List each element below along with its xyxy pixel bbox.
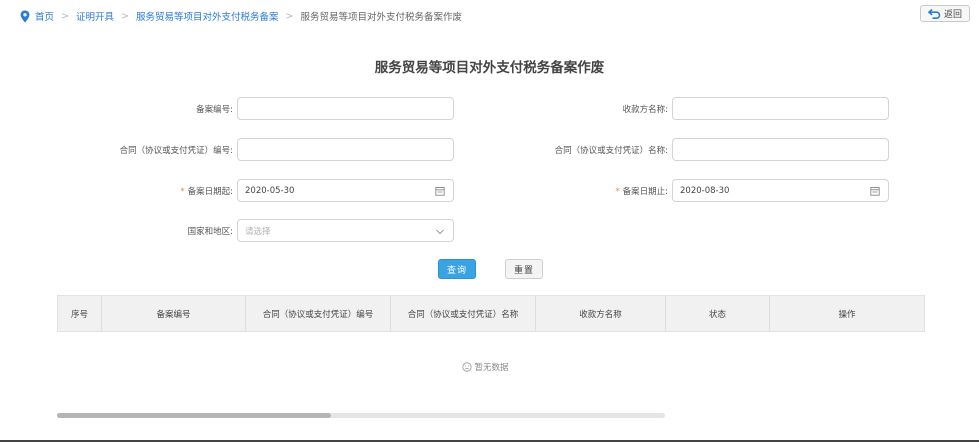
- calendar-icon[interactable]: [435, 186, 445, 196]
- back-button-label: 返回: [943, 10, 962, 20]
- contract-name-label: 合同（协议或支付凭证）名称:: [554, 146, 668, 156]
- scrollbar-thumb[interactable]: [57, 413, 331, 418]
- date-start-value: 2020-05-30: [245, 185, 295, 196]
- column-header-status: 状态: [666, 296, 770, 331]
- date-end-input[interactable]: 2020-08-30: [672, 179, 889, 202]
- back-button[interactable]: 返回: [920, 5, 970, 22]
- return-arrow-icon: [927, 8, 941, 19]
- column-header-actions: 操作: [838, 309, 856, 320]
- horizontal-scrollbar[interactable]: [57, 413, 665, 418]
- empty-state: 暂无数据: [0, 361, 979, 373]
- contract-no-input[interactable]: [237, 138, 454, 161]
- empty-face-icon: [462, 362, 473, 372]
- breadcrumb-current: 服务贸易等项目对外支付税务备案作废: [300, 12, 462, 23]
- record-no-label: 备案编号:: [196, 105, 233, 115]
- date-end-value: 2020-08-30: [680, 185, 730, 196]
- empty-state-text: 暂无数据: [474, 363, 509, 373]
- column-header-contract-no: 合同（协议或支付凭证）编号: [246, 296, 391, 331]
- breadcrumb-home[interactable]: 首页: [35, 9, 54, 23]
- calendar-icon[interactable]: [870, 186, 880, 196]
- country-label: 国家和地区:: [187, 227, 233, 237]
- results-table-header: 序号 备案编号 合同（协议或支付凭证）编号 合同（协议或支付凭证）名称 收款方名…: [57, 295, 925, 332]
- payee-name-label: 收款方名称:: [622, 105, 668, 115]
- breadcrumb-separator: >: [61, 10, 69, 22]
- date-start-label-text: 备案日期起:: [187, 187, 233, 197]
- contract-no-label: 合同（协议或支付凭证）编号:: [119, 146, 233, 156]
- date-end-label-text: 备案日期止:: [622, 187, 668, 197]
- payee-name-input[interactable]: [672, 97, 889, 120]
- column-header-contract-name: 合同（协议或支付凭证）名称: [391, 296, 536, 331]
- query-button[interactable]: 查询: [438, 259, 476, 279]
- location-pin-icon: [20, 10, 30, 22]
- date-start-label: * 备案日期起:: [80, 185, 233, 197]
- chevron-down-icon: [436, 229, 444, 235]
- country-placeholder: 请选择: [245, 226, 271, 237]
- breadcrumb-separator: >: [121, 10, 129, 22]
- column-header-record-no: 备案编号: [102, 296, 246, 331]
- required-mark: *: [615, 187, 620, 197]
- page-title: 服务贸易等项目对外支付税务备案作废: [374, 60, 605, 76]
- date-end-label: * 备案日期止:: [500, 185, 668, 197]
- breadcrumb-separator: >: [285, 10, 294, 22]
- breadcrumb-certificate[interactable]: 证明开具: [76, 9, 114, 23]
- required-mark: *: [180, 187, 185, 197]
- top-bar: 首页 > 证明开具 > 服务贸易等项目对外支付税务备案 > 服务贸易等项目对外支…: [0, 0, 979, 32]
- record-no-input[interactable]: [237, 97, 454, 120]
- contract-name-input[interactable]: [672, 138, 889, 161]
- column-header-payee-name: 收款方名称: [536, 296, 666, 331]
- country-select[interactable]: 请选择: [237, 219, 454, 242]
- column-header-index: 序号: [58, 296, 102, 331]
- breadcrumb: 首页 > 证明开具 > 服务贸易等项目对外支付税务备案 > 服务贸易等项目对外支…: [20, 9, 462, 23]
- date-start-input[interactable]: 2020-05-30: [237, 179, 454, 202]
- reset-button[interactable]: 重置: [505, 259, 543, 279]
- breadcrumb-service-trade-filing[interactable]: 服务贸易等项目对外支付税务备案: [136, 9, 279, 23]
